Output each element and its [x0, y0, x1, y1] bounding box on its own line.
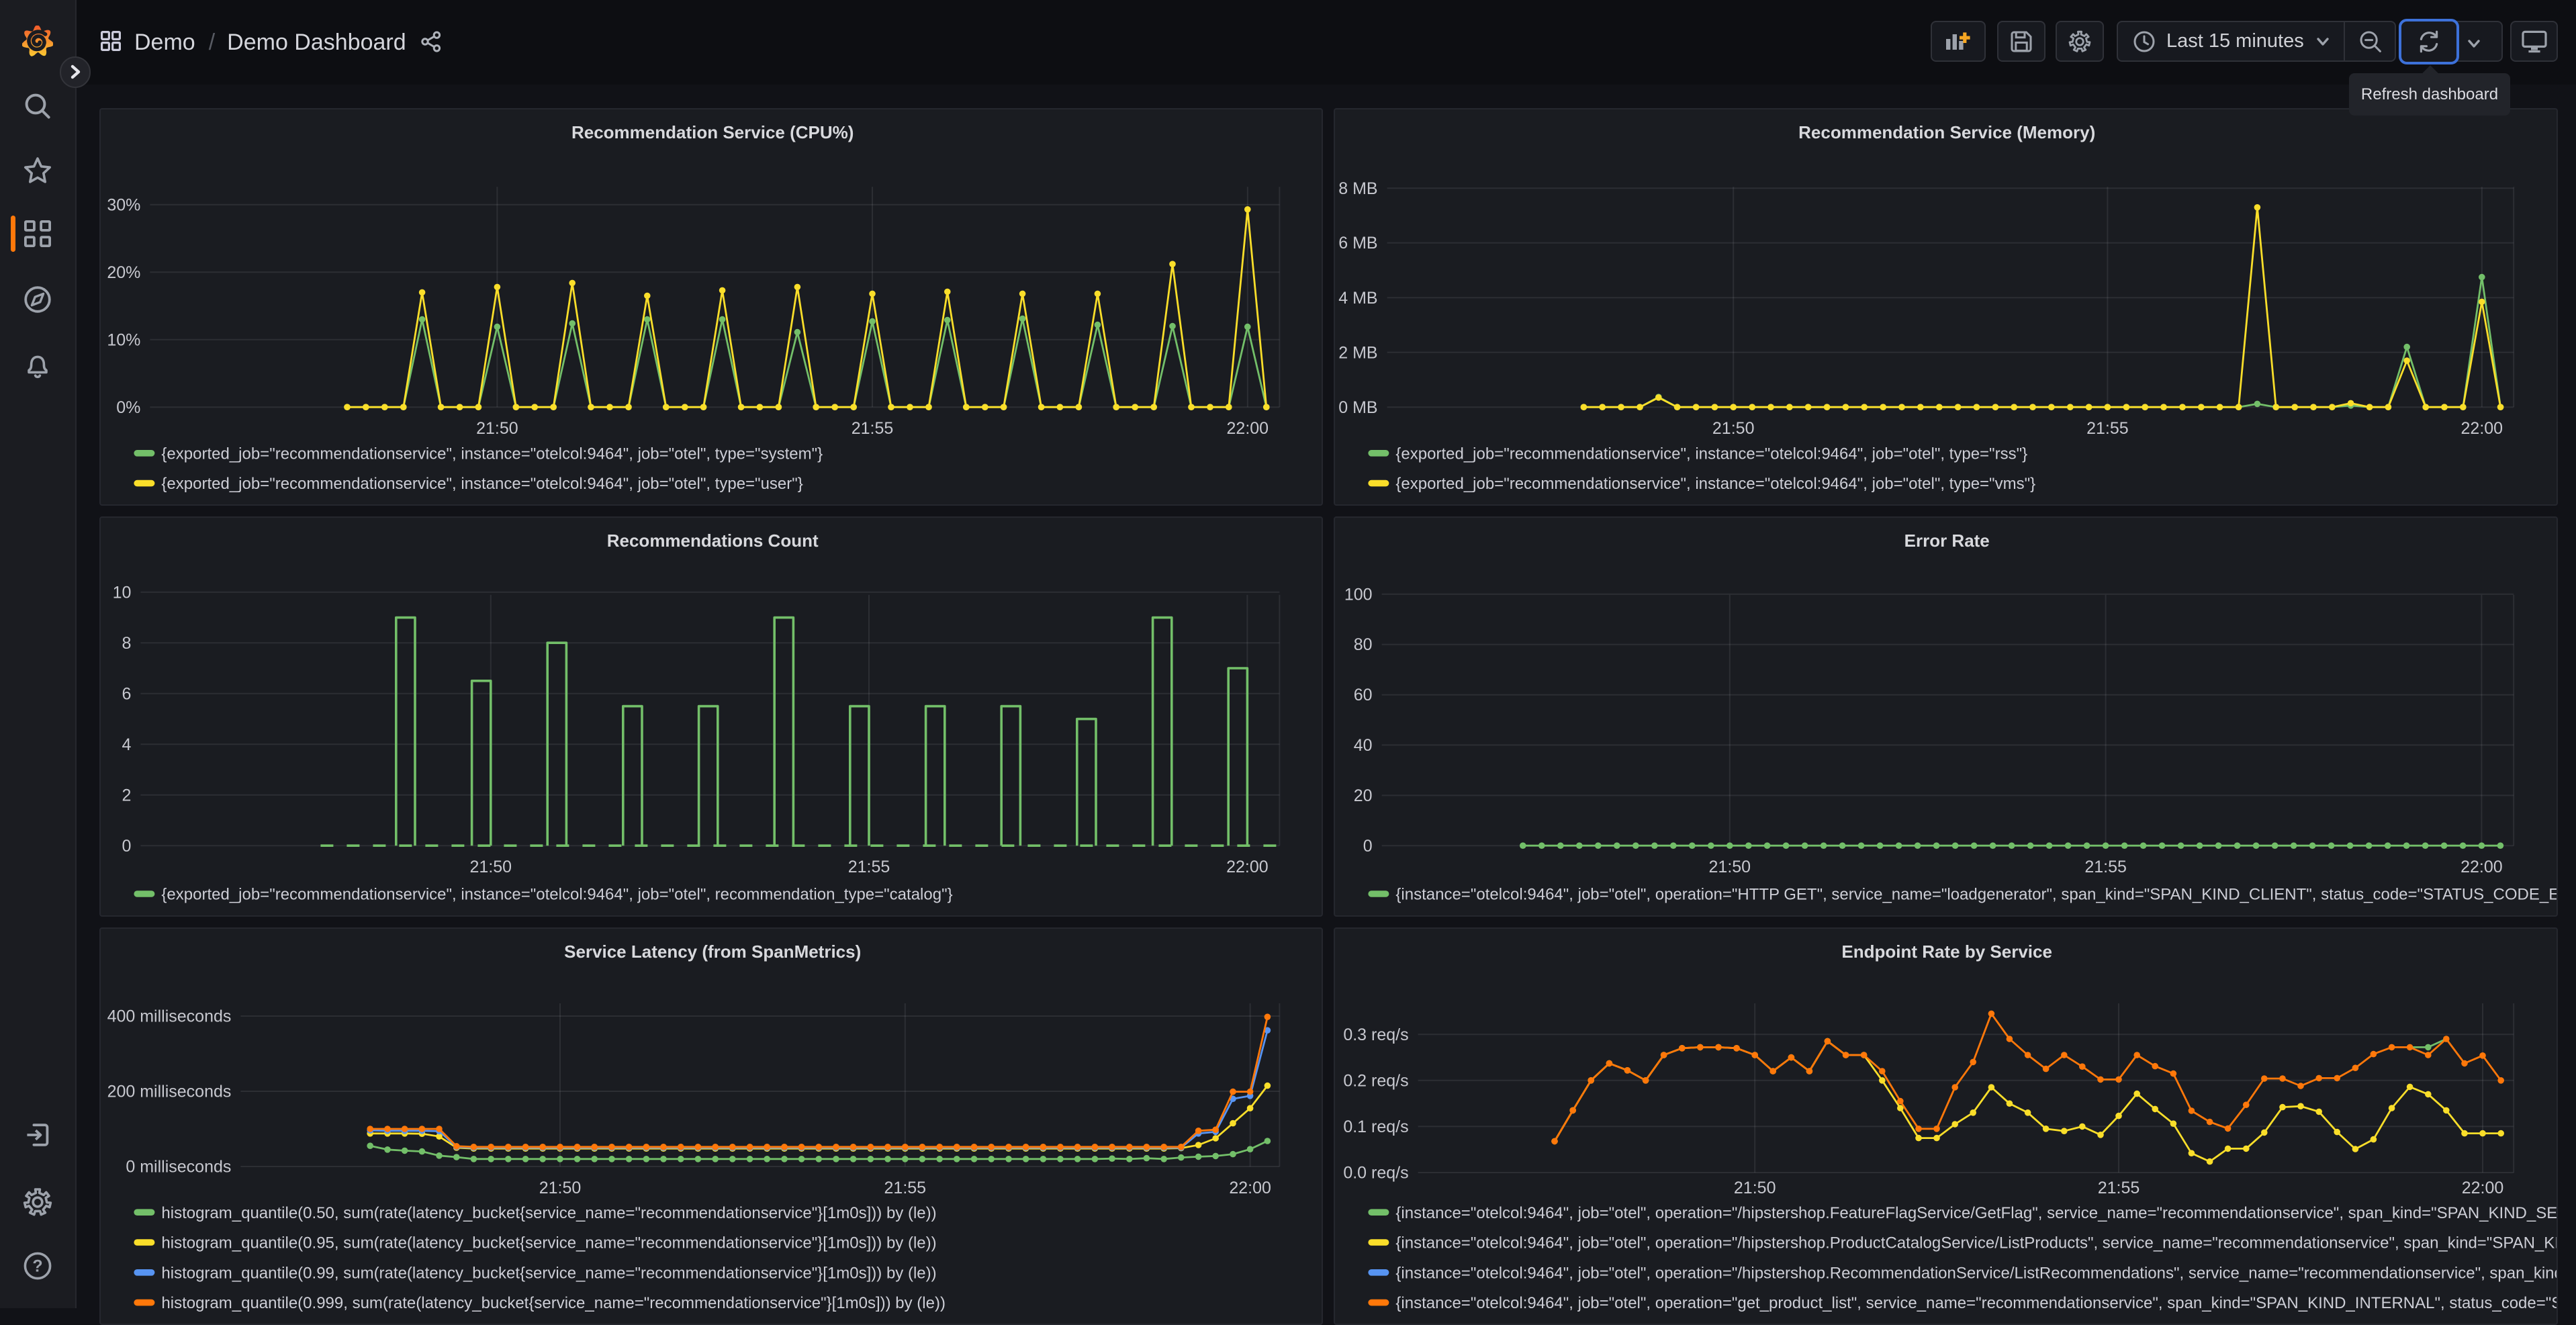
svg-text:21:55: 21:55 [2087, 419, 2129, 438]
svg-text:0.3 req/s: 0.3 req/s [1344, 1025, 1409, 1044]
svg-text:21:50: 21:50 [1734, 1179, 1776, 1197]
svg-text:21:50: 21:50 [476, 419, 518, 438]
svg-text:{exported_job="recommendations: {exported_job="recommendationservice", i… [161, 445, 823, 463]
svg-text:21:50: 21:50 [539, 1179, 581, 1197]
svg-text:{exported_job="recommendations: {exported_job="recommendationservice", i… [161, 886, 952, 904]
svg-text:4 MB: 4 MB [1339, 289, 1378, 308]
svg-text:Endpoint Rate by Service: Endpoint Rate by Service [1842, 942, 2053, 962]
svg-text:Error Rate: Error Rate [1904, 531, 1990, 551]
svg-text:2 MB: 2 MB [1339, 343, 1378, 362]
svg-text:?: ? [32, 1257, 42, 1276]
svg-text:{instance="otelcol:9464", job=: {instance="otelcol:9464", job="otel", op… [1396, 1294, 2558, 1312]
svg-text:{instance="otelcol:9464", job=: {instance="otelcol:9464", job="otel", op… [1396, 1204, 2558, 1222]
svg-text:40: 40 [1354, 736, 1373, 755]
svg-text:histogram_quantile(0.999, sum(: histogram_quantile(0.999, sum(rate(laten… [161, 1294, 946, 1312]
svg-text:22:00: 22:00 [2461, 858, 2503, 876]
svg-text:21:55: 21:55 [2098, 1179, 2140, 1197]
svg-text:21:55: 21:55 [884, 1179, 926, 1197]
svg-text:21:50: 21:50 [1712, 419, 1755, 438]
svg-text:21:55: 21:55 [2085, 858, 2127, 876]
svg-text:histogram_quantile(0.95, sum(r: histogram_quantile(0.95, sum(rate(latenc… [161, 1234, 936, 1252]
svg-text:histogram_quantile(0.50, sum(r: histogram_quantile(0.50, sum(rate(latenc… [161, 1204, 936, 1222]
svg-text:6: 6 [122, 685, 131, 704]
svg-text:21:50: 21:50 [1709, 858, 1751, 876]
svg-text:21:55: 21:55 [847, 858, 890, 876]
svg-text:30%: 30% [107, 195, 140, 214]
svg-text:200 milliseconds: 200 milliseconds [107, 1083, 231, 1101]
svg-text:histogram_quantile(0.99, sum(r: histogram_quantile(0.99, sum(rate(latenc… [161, 1264, 936, 1282]
svg-text:Service Latency (from SpanMetr: Service Latency (from SpanMetrics) [564, 942, 861, 962]
svg-text:6 MB: 6 MB [1339, 234, 1378, 253]
svg-text:10%: 10% [107, 330, 140, 349]
svg-text:80: 80 [1354, 635, 1373, 654]
svg-text:0%: 0% [116, 398, 140, 417]
svg-text:Recommendations Count: Recommendations Count [606, 531, 818, 551]
svg-text:0.2 req/s: 0.2 req/s [1344, 1071, 1409, 1090]
svg-text:22:00: 22:00 [1229, 1179, 1271, 1197]
svg-text:0 MB: 0 MB [1339, 398, 1378, 417]
svg-text:20%: 20% [107, 263, 140, 282]
svg-text:0: 0 [122, 837, 131, 856]
svg-text:60: 60 [1354, 686, 1373, 704]
svg-text:Recommendation Service (Memory: Recommendation Service (Memory) [1799, 122, 2096, 142]
svg-text:21:55: 21:55 [851, 419, 893, 438]
svg-text:0.1 req/s: 0.1 req/s [1344, 1117, 1409, 1136]
svg-text:20: 20 [1354, 786, 1373, 805]
svg-text:{instance="otelcol:9464", job=: {instance="otelcol:9464", job="otel", op… [1396, 1264, 2558, 1282]
svg-text:0 milliseconds: 0 milliseconds [126, 1158, 231, 1177]
svg-text:{instance="otelcol:9464", job=: {instance="otelcol:9464", job="otel", op… [1396, 886, 2558, 904]
svg-text:0: 0 [1363, 837, 1373, 856]
svg-text:{exported_job="recommendations: {exported_job="recommendationservice", i… [161, 475, 802, 493]
svg-text:22:00: 22:00 [2462, 1179, 2504, 1197]
svg-text:21:50: 21:50 [469, 858, 512, 876]
svg-text:22:00: 22:00 [1226, 858, 1269, 876]
svg-text:22:00: 22:00 [2461, 419, 2503, 438]
svg-text:100: 100 [1344, 586, 1373, 604]
svg-text:10: 10 [112, 584, 131, 602]
svg-text:{exported_job="recommendations: {exported_job="recommendationservice", i… [1396, 475, 2036, 493]
svg-text:400 milliseconds: 400 milliseconds [107, 1007, 231, 1026]
svg-text:{exported_job="recommendations: {exported_job="recommendationservice", i… [1396, 445, 2028, 463]
svg-text:{instance="otelcol:9464", job=: {instance="otelcol:9464", job="otel", op… [1396, 1234, 2558, 1252]
svg-text:8 MB: 8 MB [1339, 179, 1378, 198]
svg-text:8: 8 [122, 634, 131, 653]
svg-text:2: 2 [122, 786, 131, 805]
svg-text:Recommendation Service (CPU%): Recommendation Service (CPU%) [571, 122, 854, 142]
svg-text:4: 4 [122, 735, 131, 754]
svg-text:0.0 req/s: 0.0 req/s [1344, 1164, 1409, 1183]
svg-text:22:00: 22:00 [1226, 419, 1269, 438]
